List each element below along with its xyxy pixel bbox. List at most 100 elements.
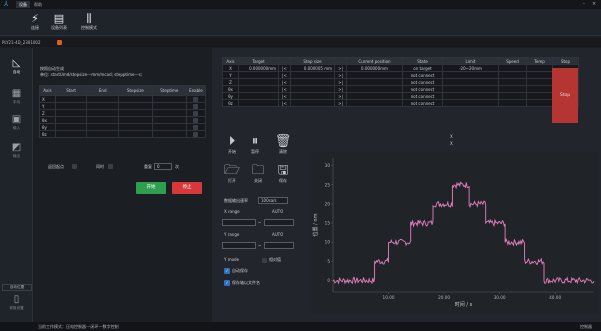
enable-checkbox[interactable] (193, 103, 199, 109)
start-cell[interactable] (54, 95, 88, 103)
stop-sequence-button[interactable]: 停止 (172, 182, 202, 194)
enable-checkbox[interactable] (193, 110, 199, 116)
target-input[interactable]: 0.000000mm (238, 64, 279, 72)
steptime-cell[interactable] (151, 130, 187, 138)
enable-checkbox[interactable] (193, 117, 199, 123)
step-back-icon[interactable]: |< (278, 71, 291, 79)
start-cell[interactable] (54, 109, 88, 117)
speed-value (498, 85, 527, 93)
minimize-button[interactable]: - (583, 0, 585, 9)
open-file-button[interactable]: 🗁 打开 (221, 164, 243, 184)
step-back-icon[interactable]: |< (278, 85, 291, 93)
nav-auto[interactable]: ◺ 自动 (0, 58, 33, 75)
target-input[interactable] (238, 99, 279, 107)
stepsize-cell[interactable] (118, 123, 153, 131)
repeat-count-input[interactable]: 0 (154, 163, 172, 170)
step-forward-icon[interactable]: >| (334, 64, 347, 72)
nav-manual[interactable]: ▦ 手动 (0, 88, 33, 105)
pause-acquisition-button[interactable]: ⏸ 暂停 (244, 135, 266, 155)
end-cell[interactable] (86, 130, 120, 138)
start-cell[interactable] (54, 102, 88, 110)
step-back-icon[interactable]: |< (278, 78, 291, 86)
stepsize-cell[interactable] (118, 130, 153, 138)
step-forward-icon[interactable]: >| (334, 85, 347, 93)
end-cell[interactable] (86, 95, 120, 103)
enable-checkbox[interactable] (193, 96, 199, 102)
stepsize-input[interactable] (290, 99, 335, 107)
nav-output[interactable]: ◩ 输出 (0, 142, 33, 159)
stepsize-input[interactable] (290, 71, 335, 79)
stepsize-input[interactable] (290, 85, 335, 93)
steptime-cell[interactable] (151, 109, 187, 117)
param-settings-button[interactable]: ▯ 参数设置 (0, 294, 33, 311)
xrange-min-input[interactable] (222, 219, 256, 226)
xrange-separator: ~ (258, 220, 262, 225)
control-mode-button[interactable]: ⫼ 控制模式 (74, 12, 104, 31)
step-forward-icon[interactable]: >| (334, 92, 347, 100)
axis-table: Axis Target Step size Current position S… (222, 57, 579, 107)
auto-position-button[interactable]: 自动位置 (2, 284, 32, 291)
clear-button[interactable]: 🗑 清除 (272, 135, 294, 155)
row-axis: θx (39, 116, 56, 124)
end-cell[interactable] (86, 116, 120, 124)
play-icon: ⏵ (228, 134, 236, 149)
target-input[interactable] (238, 92, 279, 100)
target-input[interactable] (238, 71, 279, 79)
rate-select[interactable]: 100sa/s (258, 197, 288, 204)
stepsize-cell[interactable] (118, 116, 153, 124)
stepsize-input[interactable] (290, 92, 335, 100)
xrange-mode[interactable]: AUTO (272, 209, 283, 215)
tab-help[interactable]: 帮助 (34, 1, 42, 8)
start-cell[interactable] (54, 130, 88, 138)
steptime-cell[interactable] (151, 116, 187, 124)
yrange-max-input[interactable] (264, 242, 294, 249)
ymode-relative-checkbox[interactable] (262, 258, 267, 263)
selected-axis-bottom: X (450, 141, 453, 146)
stepsize-input[interactable]: 0.000005 mm (290, 64, 335, 72)
emergency-stop-button[interactable]: Stop (552, 68, 578, 123)
start-acquisition-button[interactable]: ⏵ 开始 (221, 135, 243, 155)
end-cell[interactable] (86, 123, 120, 131)
yrange-mode[interactable]: AUTO (272, 232, 283, 238)
sync-checkbox[interactable] (108, 164, 113, 169)
step-back-icon[interactable]: |< (278, 64, 291, 72)
end-cell[interactable] (86, 109, 120, 117)
stepsize-cell[interactable] (118, 109, 153, 117)
tab-device[interactable]: 设备 (16, 1, 30, 8)
step-back-icon[interactable]: |< (278, 99, 291, 107)
stepsize-input[interactable] (290, 78, 335, 86)
steptime-cell[interactable] (151, 95, 187, 103)
step-forward-icon[interactable]: >| (334, 71, 347, 79)
save-axis-filename-label: 保存轴以文件名 (232, 280, 260, 285)
keypad-icon: ▦ (11, 88, 22, 99)
xrange-max-input[interactable] (264, 219, 294, 226)
return-origin-checkbox[interactable] (72, 164, 77, 169)
yrange-min-input[interactable] (222, 242, 256, 249)
device-tab-close-icon[interactable] (57, 40, 62, 45)
step-back-icon[interactable]: |< (278, 92, 291, 100)
nav-input[interactable]: ▣ 输入 (0, 114, 33, 131)
stepsize-cell[interactable] (118, 102, 153, 110)
steptime-cell[interactable] (151, 123, 187, 131)
sync-label: 同时 (96, 164, 104, 169)
device-tab-name[interactable]: PLY21-4D_2301002 (2, 39, 41, 46)
save-button[interactable]: 🖫 保存 (272, 164, 294, 184)
end-cell[interactable] (86, 102, 120, 110)
step-forward-icon[interactable]: >| (334, 99, 347, 107)
step-forward-icon[interactable]: >| (334, 78, 347, 86)
close-file-button[interactable]: 🗀 关闭 (247, 164, 269, 184)
start-cell[interactable] (54, 116, 88, 124)
save-axis-filename-checkbox[interactable]: ✓ (224, 280, 230, 286)
target-input[interactable] (238, 85, 279, 93)
target-input[interactable] (238, 78, 279, 86)
close-window-button[interactable]: × (592, 0, 596, 9)
device-list-button[interactable]: ▤ 设备列表 (44, 12, 74, 31)
enable-checkbox[interactable] (193, 124, 199, 130)
enable-checkbox[interactable] (193, 131, 199, 137)
steptime-cell[interactable] (151, 102, 187, 110)
stepsize-cell[interactable] (118, 95, 153, 103)
start-sequence-button[interactable]: 开始 (136, 182, 166, 194)
position-chart[interactable]: 10.00 20.00 30.00 40.00051015202530 时间 / s … (311, 152, 598, 313)
start-cell[interactable] (54, 123, 88, 131)
autosave-checkbox[interactable]: ✓ (224, 268, 230, 274)
